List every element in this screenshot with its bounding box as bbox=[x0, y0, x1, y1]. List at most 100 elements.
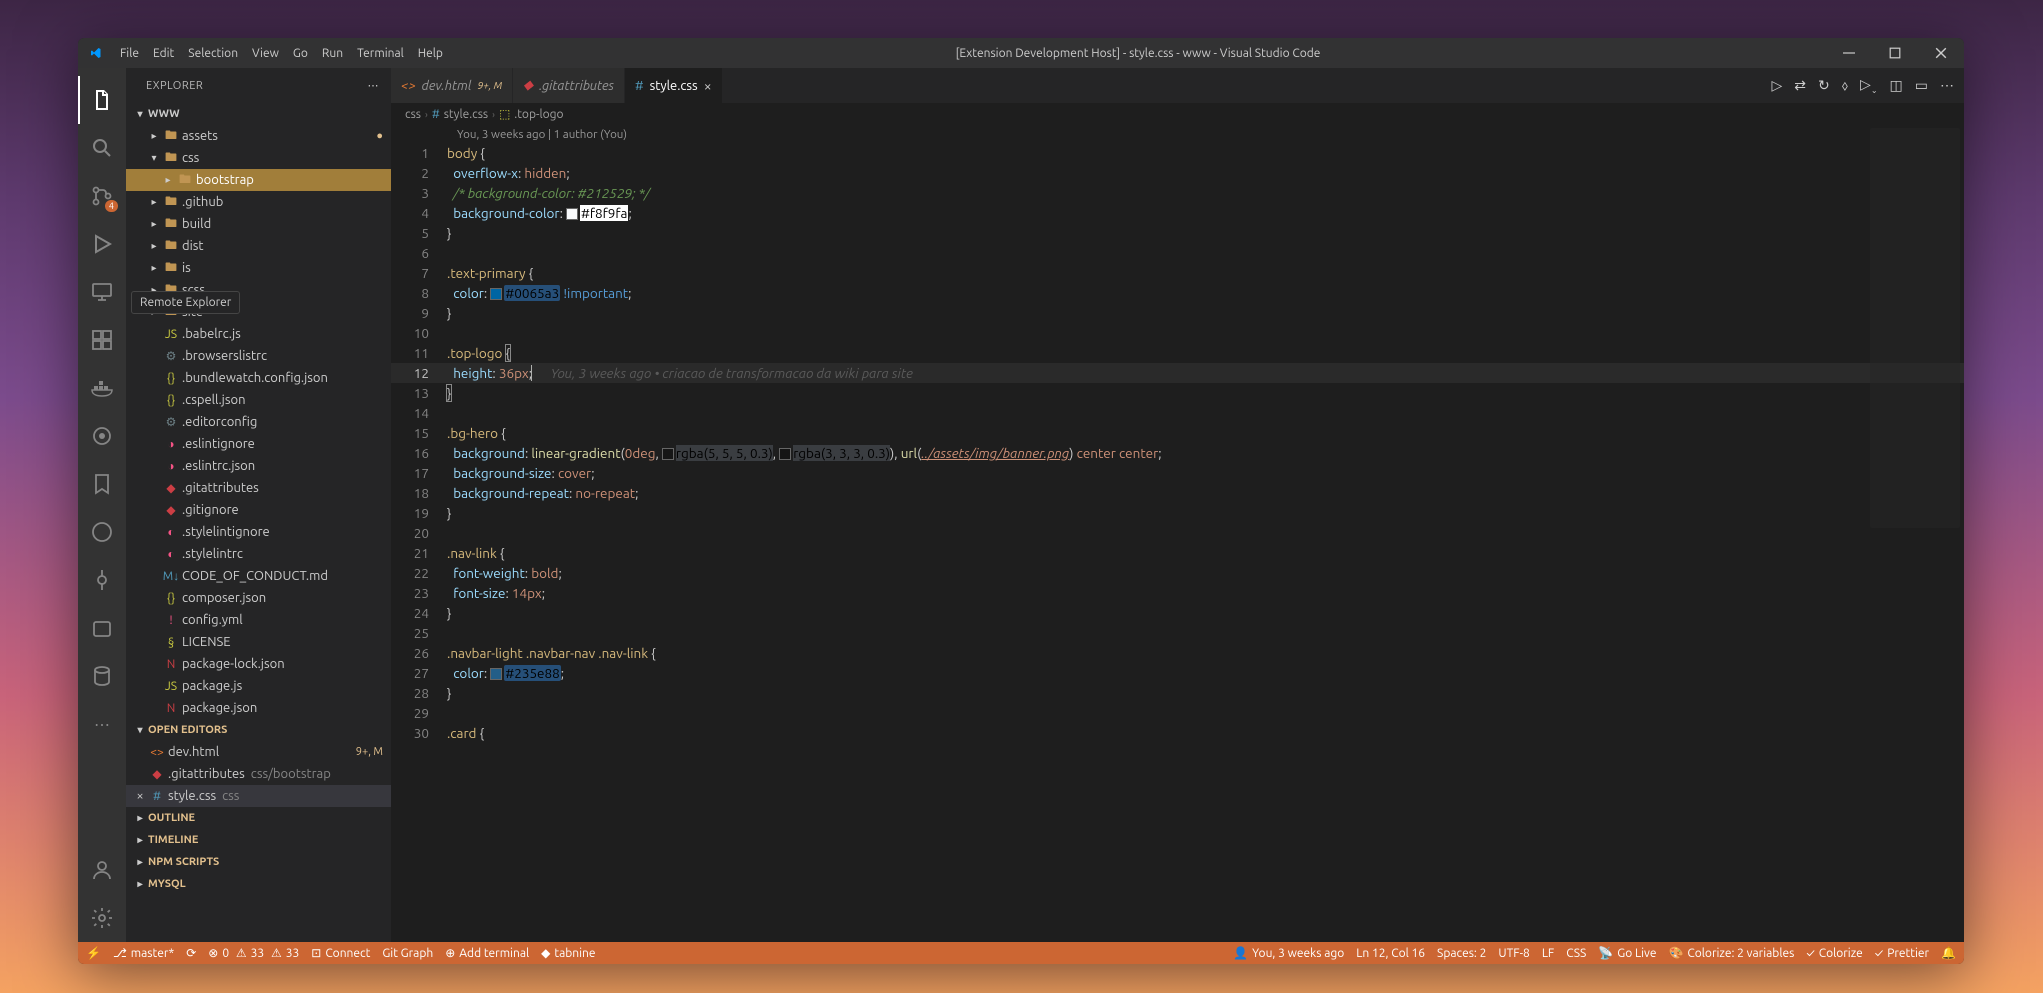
code-line[interactable]: 15.bg-hero { bbox=[391, 423, 1964, 443]
code-line[interactable]: 18 background-repeat: no-repeat; bbox=[391, 483, 1964, 503]
tabnine-button[interactable]: ◆ tabnine bbox=[541, 946, 595, 960]
git-branch[interactable]: ⎇ master* bbox=[113, 946, 174, 960]
git-blame-status[interactable]: 👤 You, 3 weeks ago bbox=[1233, 946, 1344, 960]
editor-tab[interactable]: <>dev.html9+, M bbox=[391, 68, 513, 103]
menu-file[interactable]: File bbox=[113, 47, 146, 60]
open-editor-item[interactable]: ×#style.csscss bbox=[126, 785, 391, 807]
tree-item[interactable]: JSpackage.js bbox=[126, 675, 391, 697]
breadcrumb-item[interactable]: style.css bbox=[444, 108, 488, 121]
gitlens-tab[interactable] bbox=[78, 412, 126, 460]
code-line[interactable]: 10 bbox=[391, 323, 1964, 343]
layout-icon[interactable]: ▭ bbox=[1915, 77, 1928, 94]
cursor-position[interactable]: Ln 12, Col 16 bbox=[1356, 947, 1425, 960]
breadcrumb-item[interactable]: .top-logo bbox=[514, 108, 563, 121]
code-line[interactable]: 11.top-logo { bbox=[391, 343, 1964, 363]
menu-edit[interactable]: Edit bbox=[146, 47, 181, 60]
tree-item[interactable]: !config.yml bbox=[126, 609, 391, 631]
menu-help[interactable]: Help bbox=[411, 47, 450, 60]
tree-item[interactable]: ◑.eslintignore bbox=[126, 433, 391, 455]
github-tab[interactable] bbox=[78, 508, 126, 556]
encoding[interactable]: UTF-8 bbox=[1498, 947, 1529, 960]
tree-item[interactable]: ▸🖿bootstrap bbox=[126, 169, 391, 191]
tree-item[interactable]: ◆.gitattributes bbox=[126, 477, 391, 499]
code-line[interactable]: 6 bbox=[391, 243, 1964, 263]
code-line[interactable]: 4 background-color: #f8f9fa; bbox=[391, 203, 1964, 223]
code-editor[interactable]: 1body {2 overflow-x: hidden;3 /* backgro… bbox=[391, 143, 1964, 942]
tree-item[interactable]: ⚙.editorconfig bbox=[126, 411, 391, 433]
tree-item[interactable]: ▸🖿assets● bbox=[126, 125, 391, 147]
code-line[interactable]: 13} bbox=[391, 383, 1964, 403]
problems-indicator[interactable]: ⊗ 0 ⚠ 33 ⚠ 33 bbox=[208, 946, 299, 960]
code-line[interactable]: 26.navbar-light .navbar-nav .nav-link { bbox=[391, 643, 1964, 663]
code-line[interactable]: 19} bbox=[391, 503, 1964, 523]
tree-root[interactable]: ▾WWW bbox=[126, 103, 391, 125]
menu-go[interactable]: Go bbox=[286, 47, 315, 60]
more-run-icon[interactable]: ▷⌄ bbox=[1860, 76, 1877, 95]
tree-item[interactable]: Npackage-lock.json bbox=[126, 653, 391, 675]
gitlens-codelens[interactable]: You, 3 weeks ago | 1 author (You) bbox=[391, 125, 1964, 143]
tree-item[interactable]: ▾🖿css bbox=[126, 147, 391, 169]
close-icon[interactable]: × bbox=[132, 789, 148, 803]
add-terminal-button[interactable]: ⊕ Add terminal bbox=[445, 946, 529, 960]
tab-close-icon[interactable]: × bbox=[704, 78, 712, 94]
code-line[interactable]: 25 bbox=[391, 623, 1964, 643]
menu-terminal[interactable]: Terminal bbox=[350, 47, 411, 60]
compare-icon[interactable]: ⇄ bbox=[1794, 77, 1806, 94]
settings-gear-icon[interactable] bbox=[78, 894, 126, 942]
code-line[interactable]: 1body { bbox=[391, 143, 1964, 163]
history-icon[interactable]: ↻ bbox=[1818, 77, 1830, 94]
tree-item[interactable]: ◐.stylelintrc bbox=[126, 543, 391, 565]
source-control-tab[interactable]: 4 bbox=[78, 172, 126, 220]
editor-tab[interactable]: #style.css× bbox=[625, 68, 723, 103]
tree-section[interactable]: ▸MYSQL bbox=[126, 873, 391, 895]
tree-item[interactable]: §LICENSE bbox=[126, 631, 391, 653]
code-line[interactable]: 23 font-size: 14px; bbox=[391, 583, 1964, 603]
code-line[interactable]: 30.card { bbox=[391, 723, 1964, 743]
tree-item[interactable]: ⚙.browserslistrc bbox=[126, 345, 391, 367]
open-editor-item[interactable]: <>dev.html9+, M bbox=[126, 741, 391, 763]
account-icon[interactable] bbox=[78, 846, 126, 894]
code-line[interactable]: 17 background-size: cover; bbox=[391, 463, 1964, 483]
split-icon[interactable]: ◫ bbox=[1890, 77, 1903, 94]
minimize-button[interactable] bbox=[1826, 38, 1872, 68]
code-line[interactable]: 22 font-weight: bold; bbox=[391, 563, 1964, 583]
menu-view[interactable]: View bbox=[245, 47, 286, 60]
tree-section[interactable]: ▸NPM SCRIPTS bbox=[126, 851, 391, 873]
code-line[interactable]: 28} bbox=[391, 683, 1964, 703]
menu-selection[interactable]: Selection bbox=[181, 47, 245, 60]
bookmarks-tab[interactable] bbox=[78, 460, 126, 508]
diff-icon[interactable]: ⬨ bbox=[1842, 77, 1848, 94]
sidebar-more-icon[interactable]: ⋯ bbox=[368, 79, 380, 92]
maximize-button[interactable] bbox=[1872, 38, 1918, 68]
connect-button[interactable]: ⊡ Connect bbox=[311, 946, 370, 960]
code-line[interactable]: 20 bbox=[391, 523, 1964, 543]
code-line[interactable]: 27 color: #235e88; bbox=[391, 663, 1964, 683]
colorize-toggle[interactable]: ✓ Colorize bbox=[1806, 947, 1862, 960]
more-tab[interactable]: ⋯ bbox=[78, 700, 126, 748]
close-button[interactable] bbox=[1918, 38, 1964, 68]
tree-item[interactable]: M↓CODE_OF_CONDUCT.md bbox=[126, 565, 391, 587]
run-debug-tab[interactable] bbox=[78, 220, 126, 268]
code-line[interactable]: 29 bbox=[391, 703, 1964, 723]
tab-more-icon[interactable]: ⋯ bbox=[1940, 77, 1954, 94]
minimap[interactable] bbox=[1870, 128, 1960, 528]
eol[interactable]: LF bbox=[1542, 947, 1554, 960]
tree-item[interactable]: {}.bundlewatch.config.json bbox=[126, 367, 391, 389]
remote-explorer-tab[interactable] bbox=[78, 268, 126, 316]
docker-tab[interactable] bbox=[78, 364, 126, 412]
extensions-tab[interactable] bbox=[78, 316, 126, 364]
breadcrumbs[interactable]: css› # style.css› ⬚ .top-logo bbox=[391, 103, 1964, 125]
menu-run[interactable]: Run bbox=[315, 47, 350, 60]
explorer-tab[interactable] bbox=[78, 76, 126, 124]
tree-item[interactable]: ◐.stylelintignore bbox=[126, 521, 391, 543]
code-line[interactable]: 8 color: #0065a3 !important; bbox=[391, 283, 1964, 303]
tree-item[interactable]: ▸🖿is bbox=[126, 257, 391, 279]
colorize-status[interactable]: 🎨 Colorize: 2 variables bbox=[1668, 946, 1794, 960]
open-editors-section[interactable]: ▾OPEN EDITORS bbox=[126, 719, 391, 741]
database-tab[interactable] bbox=[78, 652, 126, 700]
code-line[interactable]: 14 bbox=[391, 403, 1964, 423]
tree-item[interactable]: {}.cspell.json bbox=[126, 389, 391, 411]
code-line[interactable]: 9} bbox=[391, 303, 1964, 323]
search-tab[interactable] bbox=[78, 124, 126, 172]
tree-item[interactable]: ◑.eslintrc.json bbox=[126, 455, 391, 477]
